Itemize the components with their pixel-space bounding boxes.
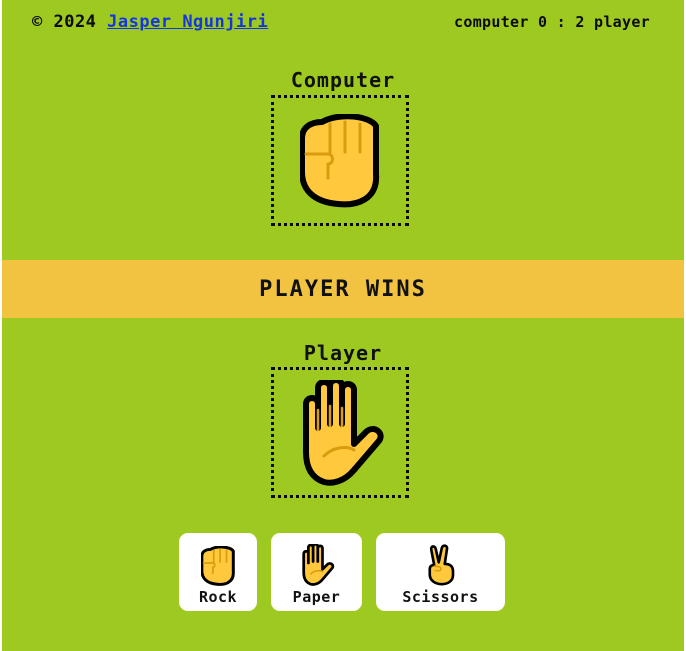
scissors-button-label: Scissors bbox=[402, 588, 479, 606]
choice-buttons: Rock Paper Scissors bbox=[2, 533, 684, 613]
fist-icon bbox=[201, 546, 235, 586]
copyright-prefix: © 2024 bbox=[32, 12, 97, 32]
player-label: Player bbox=[303, 341, 383, 365]
victory-hand-icon bbox=[427, 544, 454, 586]
paper-button[interactable]: Paper bbox=[271, 533, 362, 611]
game-stage: © 2024 Jasper Ngunjiri computer 0 : 2 pl… bbox=[2, 0, 684, 651]
fist-icon bbox=[300, 113, 380, 207]
result-banner: PLAYER WINS bbox=[2, 260, 684, 318]
scissors-button[interactable]: Scissors bbox=[376, 533, 505, 611]
raised-hand-icon bbox=[303, 379, 384, 486]
player-choice-box bbox=[271, 367, 409, 498]
computer-choice-box bbox=[271, 95, 409, 226]
rock-button[interactable]: Rock bbox=[179, 533, 257, 611]
raised-hand-icon bbox=[301, 544, 334, 586]
paper-button-label: Paper bbox=[292, 588, 341, 606]
copyright-notice: © 2024 Jasper Ngunjiri bbox=[32, 12, 268, 32]
result-text: PLAYER WINS bbox=[259, 276, 427, 302]
scoreboard: computer 0 : 2 player bbox=[454, 13, 650, 31]
computer-label: Computer bbox=[290, 68, 396, 92]
author-link[interactable]: Jasper Ngunjiri bbox=[107, 12, 268, 32]
top-bar: © 2024 Jasper Ngunjiri computer 0 : 2 pl… bbox=[32, 10, 650, 34]
rock-button-label: Rock bbox=[198, 588, 238, 606]
